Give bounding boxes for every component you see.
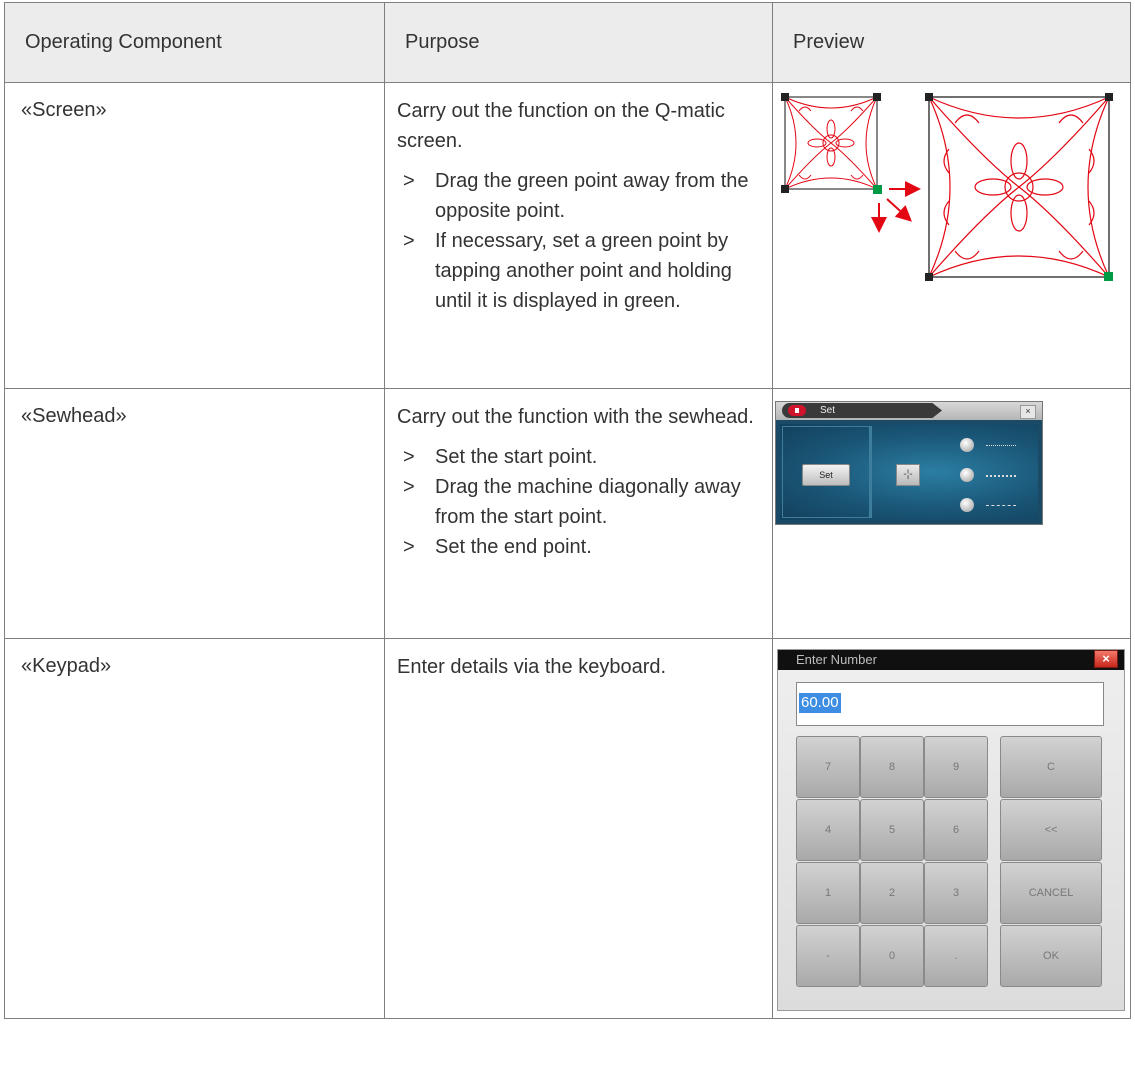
dotted-stitch-line: [986, 445, 1016, 446]
cancel-button[interactable]: CANCEL: [1000, 862, 1102, 924]
bullet-icon: >: [403, 170, 415, 192]
header-preview: Preview: [772, 2, 1131, 83]
corner-point[interactable]: [781, 185, 789, 193]
corner-point[interactable]: [873, 93, 881, 101]
operating-components-table: Operating Component Purpose Preview «Scr…: [4, 2, 1131, 1019]
list-item: > Drag the machine diagonally away from t…: [397, 472, 758, 532]
stitch-type-radio[interactable]: [960, 498, 974, 512]
purpose-intro: Carry out the function with the sewhead.: [397, 406, 754, 428]
list-item: > Set the end point.: [397, 532, 758, 562]
green-point[interactable]: [873, 185, 882, 194]
purpose-cell: Carry out the function on the Q-matic sc…: [384, 82, 773, 389]
dotted-stitch-line: [986, 475, 1016, 477]
close-button[interactable]: ×: [1094, 650, 1118, 668]
backspace-button[interactable]: <<: [1000, 799, 1102, 861]
bullet-icon: >: [403, 536, 415, 558]
header-purpose: Purpose: [384, 2, 773, 83]
preview-cell: [772, 82, 1131, 389]
preview-cell: Set × Set -¦-: [772, 388, 1131, 639]
purpose-intro: Enter details via the keyboard.: [397, 656, 667, 678]
panel-body: Set -¦-: [780, 424, 1038, 520]
preview-cell: Enter Number × 60.00 7 8 9 4 5 6 1 2 3 -…: [772, 638, 1131, 1019]
key-8[interactable]: 8: [860, 736, 924, 798]
number-value: 60.00: [799, 693, 841, 713]
crosshair-icon[interactable]: -¦-: [896, 464, 920, 486]
list-item: > Set the start point.: [397, 442, 758, 472]
purpose-cell: Carry out the function with the sewhead.…: [384, 388, 773, 639]
small-quilt-block: [784, 96, 878, 190]
key-1[interactable]: 1: [796, 862, 860, 924]
component-sewhead: «Sewhead»: [21, 405, 127, 427]
dialog-title: Enter Number: [796, 652, 877, 667]
purpose-intro: Carry out the function on the Q-matic sc…: [397, 100, 725, 152]
close-button[interactable]: ×: [1020, 405, 1036, 419]
key-9[interactable]: 9: [924, 736, 988, 798]
header-operating-component: Operating Component: [4, 2, 385, 83]
large-quilt-block: [928, 96, 1110, 278]
panel-tab: Set: [782, 403, 942, 418]
table-row: «Screen» Carry out the function on the Q…: [4, 82, 1131, 389]
key-minus[interactable]: -: [796, 925, 860, 987]
sewhead-set-panel: Set × Set -¦-: [775, 401, 1043, 525]
list-item: > If necessary, set a green point by tapp…: [397, 226, 758, 316]
component-cell: «Sewhead»: [4, 388, 385, 639]
corner-point[interactable]: [781, 93, 789, 101]
bullet-icon: >: [403, 446, 415, 468]
corner-point[interactable]: [925, 93, 933, 101]
clear-button[interactable]: C: [1000, 736, 1102, 798]
number-input[interactable]: 60.00: [796, 682, 1104, 726]
list-item: > Drag the green point away from the oppo…: [397, 166, 758, 226]
stop-icon: [788, 405, 806, 416]
table-row: «Sewhead» Carry out the function with th…: [4, 388, 1131, 639]
corner-point[interactable]: [925, 273, 933, 281]
key-7[interactable]: 7: [796, 736, 860, 798]
component-cell: «Keypad»: [4, 638, 385, 1019]
stitch-type-radio[interactable]: [960, 468, 974, 482]
key-4[interactable]: 4: [796, 799, 860, 861]
green-point[interactable]: [1104, 272, 1113, 281]
table-header-row: Operating Component Purpose Preview: [4, 2, 1131, 83]
enter-number-dialog: Enter Number × 60.00 7 8 9 4 5 6 1 2 3 -…: [777, 649, 1125, 1011]
bullet-icon: >: [403, 230, 415, 252]
component-screen: «Screen»: [21, 99, 107, 121]
step-list: > Set the start point. > Drag the machine …: [397, 442, 758, 562]
key-decimal[interactable]: .: [924, 925, 988, 987]
component-cell: «Screen»: [4, 82, 385, 389]
step-list: > Drag the green point away from the oppo…: [397, 166, 758, 316]
stitch-type-radio[interactable]: [960, 438, 974, 452]
key-2[interactable]: 2: [860, 862, 924, 924]
key-0[interactable]: 0: [860, 925, 924, 987]
divider: [870, 426, 872, 518]
key-3[interactable]: 3: [924, 862, 988, 924]
ok-button[interactable]: OK: [1000, 925, 1102, 987]
panel-title-bar: Set ×: [776, 402, 1042, 420]
dashed-stitch-line: [986, 505, 1016, 506]
bullet-icon: >: [403, 476, 415, 498]
purpose-cell: Enter details via the keyboard.: [384, 638, 773, 1019]
key-5[interactable]: 5: [860, 799, 924, 861]
dialog-title-bar: Enter Number ×: [778, 650, 1124, 670]
set-button[interactable]: Set: [802, 464, 850, 486]
drag-diagonal-arrow: [886, 198, 912, 222]
key-6[interactable]: 6: [924, 799, 988, 861]
component-keypad: «Keypad»: [21, 655, 112, 677]
corner-point[interactable]: [1105, 93, 1113, 101]
scale-quilt-block-illustration: [781, 93, 1113, 281]
table-row: «Keypad» Enter details via the keyboard.…: [4, 638, 1131, 1019]
panel-title: Set: [820, 405, 836, 416]
